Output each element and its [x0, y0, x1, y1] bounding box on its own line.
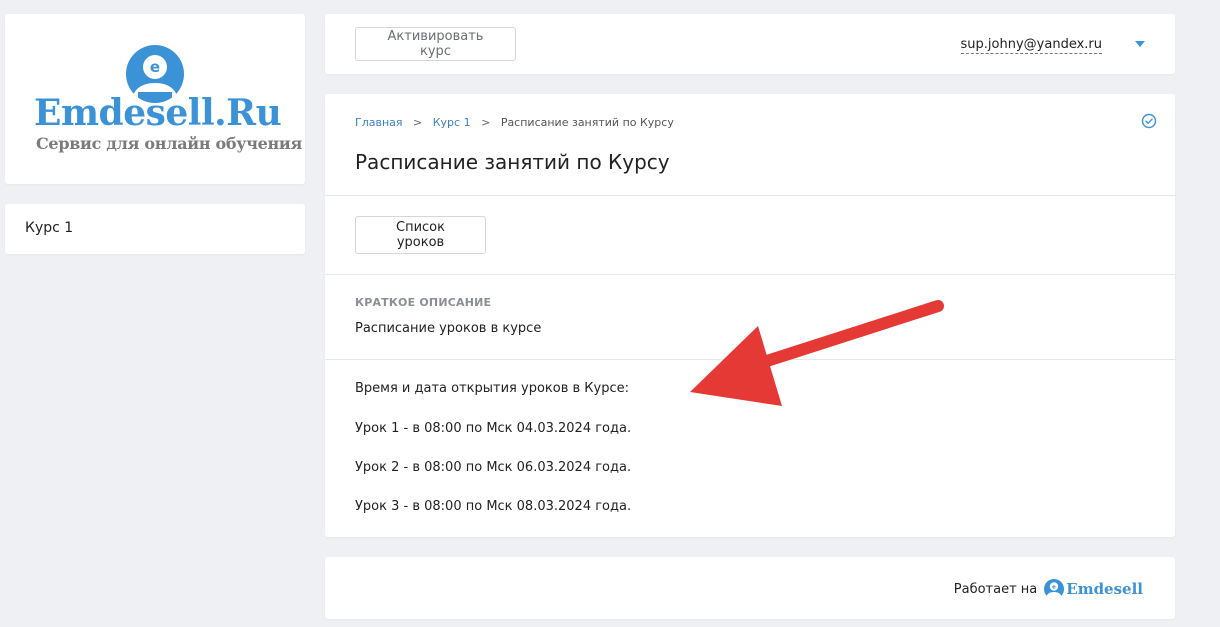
powered-by-link[interactable]: Работает на e Emdesell	[954, 579, 1143, 599]
logo-subtitle: Сервис для онлайн обучения	[36, 134, 302, 153]
breadcrumb-separator: >	[413, 116, 423, 129]
activate-course-button[interactable]: Активировать курс	[355, 27, 516, 61]
lessons-list-button[interactable]: Список уроков	[355, 216, 486, 254]
powered-by-brand: Emdesell	[1066, 580, 1143, 598]
description-text: Расписание уроков в курсе	[355, 321, 542, 336]
sidebar-item-course-1[interactable]: Курс 1	[25, 220, 73, 236]
emdesell-logo-icon: e	[1044, 579, 1065, 599]
page-title: Расписание занятий по Курсу	[355, 150, 670, 174]
main-content: Главная > Курс 1 > Расписание занятий по…	[325, 94, 1175, 537]
divider	[325, 195, 1175, 196]
divider	[325, 359, 1175, 360]
breadcrumb-home[interactable]: Главная	[355, 116, 403, 129]
breadcrumb-separator: >	[481, 116, 491, 129]
check-circle-icon[interactable]	[1141, 113, 1157, 129]
breadcrumb-current: Расписание занятий по Курсу	[500, 116, 674, 129]
description-label: КРАТКОЕ ОПИСАНИЕ	[355, 296, 492, 309]
sidebar: Курс 1	[5, 204, 305, 254]
top-bar: Активировать курс sup.johny@yandex.ru	[325, 14, 1175, 74]
svg-text:e: e	[1052, 585, 1056, 591]
schedule-lesson-1: Урок 1 - в 08:00 по Мск 04.03.2024 года.	[355, 421, 632, 436]
divider	[325, 274, 1175, 275]
footer: Работает на e Emdesell	[325, 557, 1175, 619]
schedule-lesson-3: Урок 3 - в 08:00 по Мск 08.03.2024 года.	[355, 499, 632, 514]
breadcrumb-course[interactable]: Курс 1	[433, 116, 471, 129]
breadcrumb: Главная > Курс 1 > Расписание занятий по…	[355, 116, 674, 129]
logo-title: Emdesell.Ru	[34, 92, 282, 134]
chevron-down-icon[interactable]	[1135, 41, 1145, 47]
powered-by-text: Работает на	[953, 581, 1038, 597]
user-email-menu[interactable]: sup.johny@yandex.ru	[960, 37, 1102, 54]
schedule-lesson-2: Урок 2 - в 08:00 по Мск 06.03.2024 года.	[355, 460, 632, 475]
svg-text:e: e	[150, 58, 160, 76]
schedule-heading: Время и дата открытия уроков в Курсе:	[355, 381, 629, 396]
logo-card: e Emdesell.Ru Сервис для онлайн обучения	[5, 14, 305, 184]
